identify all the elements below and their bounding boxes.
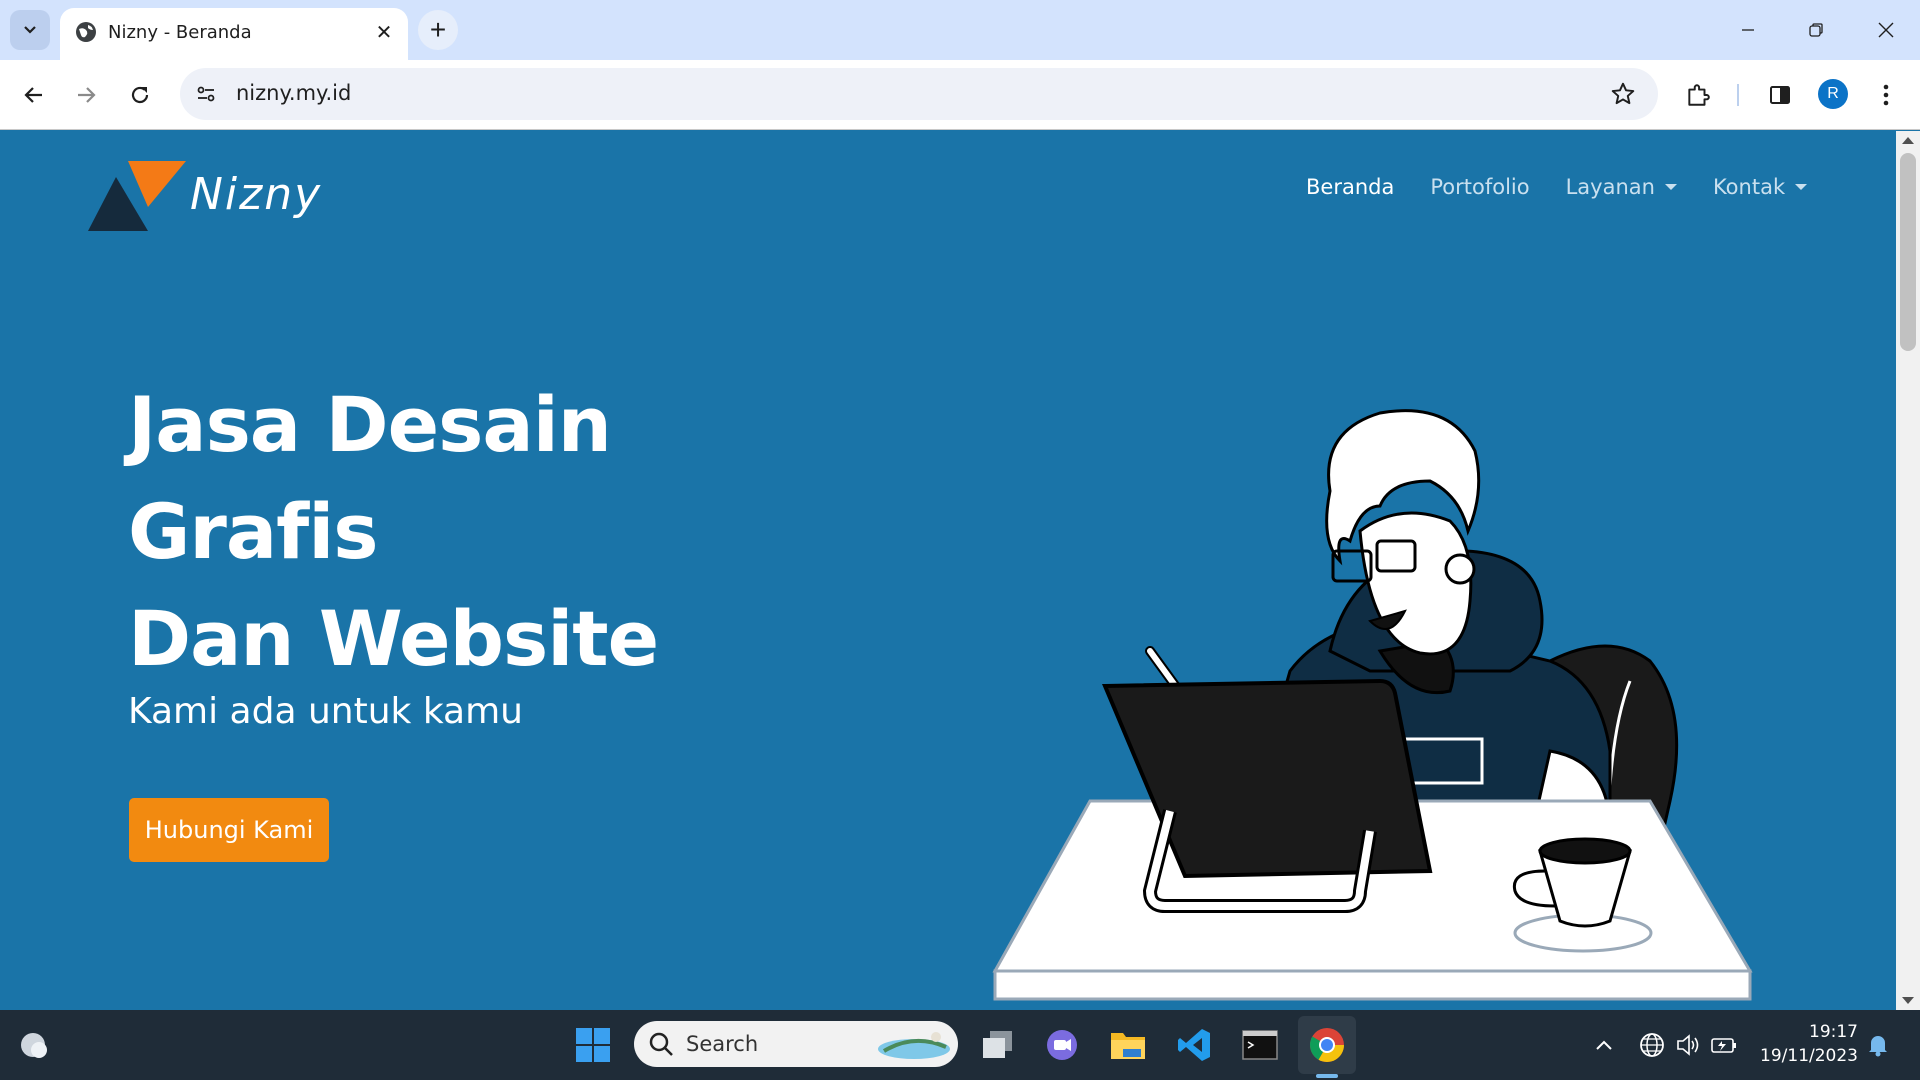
hero-title: Jasa Desain Grafis Dan Website bbox=[128, 371, 828, 692]
browser-tab-active[interactable]: Nizny - Beranda ✕ bbox=[60, 8, 408, 60]
notifications-button[interactable] bbox=[1854, 1021, 1902, 1069]
nav-label: Beranda bbox=[1306, 175, 1395, 199]
side-panel-icon bbox=[1770, 86, 1790, 104]
nav-label: Kontak bbox=[1712, 175, 1786, 199]
system-clock[interactable]: 19:17 19/11/2023 bbox=[1758, 1020, 1858, 1068]
search-placeholder: Search bbox=[686, 1032, 759, 1056]
profile-avatar[interactable]: R bbox=[1818, 79, 1848, 109]
weather-widget[interactable] bbox=[10, 1021, 58, 1069]
tab-title: Nizny - Beranda bbox=[108, 22, 252, 43]
bell-icon bbox=[1869, 1036, 1887, 1057]
chrome-icon bbox=[1310, 1028, 1344, 1062]
page-scrollbar[interactable] bbox=[1896, 131, 1920, 1010]
new-tab-button[interactable]: + bbox=[418, 10, 458, 50]
arrow-right-icon bbox=[78, 87, 96, 103]
chat-icon bbox=[1047, 1030, 1077, 1060]
puzzle-icon bbox=[1688, 84, 1710, 106]
chevron-down-icon bbox=[24, 26, 36, 34]
weather-cloud-icon bbox=[21, 1033, 47, 1058]
nav-label: Portofolio bbox=[1430, 175, 1530, 199]
scroll-up-arrow-icon[interactable] bbox=[1902, 137, 1914, 144]
search-highlight-art-icon bbox=[878, 1032, 950, 1059]
extensions-button[interactable] bbox=[1678, 75, 1718, 115]
browser-menu-button[interactable] bbox=[1866, 75, 1906, 115]
url-text[interactable]: nizny.my.id bbox=[236, 81, 351, 105]
windows-taskbar: Search 19:17 19/11/2023 bbox=[0, 1010, 1920, 1080]
dropdown-caret-icon bbox=[1664, 184, 1677, 190]
windows-logo-icon bbox=[576, 1028, 610, 1062]
ear bbox=[1444, 553, 1476, 585]
toolbar-divider bbox=[1737, 84, 1739, 106]
bookmark-star-icon[interactable] bbox=[1608, 79, 1638, 109]
site-info-icon[interactable] bbox=[192, 80, 220, 108]
hero-subtitle: Kami ada untuk kamu bbox=[128, 691, 523, 732]
nav-item-kontak[interactable]: Kontak bbox=[1712, 175, 1808, 199]
terminal-button[interactable] bbox=[1236, 1021, 1284, 1069]
teams-chat-button[interactable] bbox=[1038, 1021, 1086, 1069]
nav-item-beranda[interactable]: Beranda bbox=[1306, 175, 1394, 199]
battery-charging-icon bbox=[1711, 1038, 1736, 1053]
active-app-indicator bbox=[1316, 1074, 1338, 1078]
forward-button[interactable] bbox=[66, 75, 106, 115]
hero-title-line-1: Jasa Desain Grafis bbox=[128, 380, 612, 576]
reload-icon bbox=[131, 86, 149, 104]
globe-icon bbox=[76, 22, 96, 42]
nav-item-layanan[interactable]: Layanan bbox=[1566, 175, 1677, 199]
show-hidden-icons-button[interactable] bbox=[1580, 1021, 1628, 1069]
start-button[interactable] bbox=[569, 1021, 617, 1069]
browser-toolbar: nizny.my.id R bbox=[0, 60, 1920, 130]
address-bar[interactable]: nizny.my.id bbox=[180, 68, 1658, 120]
chrome-button[interactable] bbox=[1303, 1021, 1351, 1069]
tab-search-button[interactable] bbox=[10, 10, 50, 50]
taskbar-search[interactable]: Search bbox=[634, 1021, 958, 1067]
minimize-button[interactable] bbox=[1728, 10, 1768, 50]
back-button[interactable] bbox=[14, 75, 54, 115]
arrow-left-icon bbox=[24, 87, 42, 103]
minimize-icon bbox=[1742, 29, 1754, 31]
side-panel-button[interactable] bbox=[1760, 75, 1800, 115]
globe-network-icon bbox=[1640, 1033, 1664, 1057]
brand-name: Nizny bbox=[190, 169, 323, 220]
scrollbar-thumb[interactable] bbox=[1900, 153, 1916, 351]
close-icon bbox=[1878, 22, 1894, 38]
hero-title-line-2: Dan Website bbox=[128, 594, 659, 683]
search-icon bbox=[649, 1032, 673, 1056]
restore-button[interactable] bbox=[1796, 10, 1836, 50]
dropdown-caret-icon bbox=[1795, 184, 1808, 190]
clock-date: 19/11/2023 bbox=[1760, 1046, 1858, 1066]
designer-illustration bbox=[992, 409, 1753, 1001]
coffee bbox=[1538, 837, 1632, 865]
kebab-menu-icon bbox=[1883, 84, 1889, 106]
desk-edge bbox=[993, 969, 1752, 1001]
vscode-icon bbox=[1178, 1029, 1210, 1061]
task-view-icon bbox=[983, 1031, 1012, 1058]
logo-mark-icon bbox=[88, 161, 186, 231]
scroll-down-arrow-icon[interactable] bbox=[1902, 997, 1914, 1004]
tab-strip: Nizny - Beranda ✕ + bbox=[0, 0, 1920, 60]
close-window-button[interactable] bbox=[1866, 10, 1906, 50]
battery-status[interactable] bbox=[1700, 1021, 1748, 1069]
contact-us-button[interactable]: Hubungi Kami bbox=[129, 798, 329, 862]
nav-item-portofolio[interactable]: Portofolio bbox=[1430, 175, 1529, 199]
nav-label: Layanan bbox=[1565, 175, 1655, 199]
restore-icon bbox=[1809, 23, 1823, 37]
terminal-icon bbox=[1242, 1030, 1278, 1060]
main-nav: Beranda Portofolio Layanan Kontak bbox=[1306, 175, 1808, 199]
vscode-button[interactable] bbox=[1170, 1021, 1218, 1069]
file-explorer-button[interactable] bbox=[1104, 1021, 1152, 1069]
folder-icon bbox=[1111, 1033, 1145, 1059]
chevron-up-icon bbox=[1596, 1040, 1612, 1050]
close-tab-icon[interactable]: ✕ bbox=[372, 20, 396, 44]
speaker-icon bbox=[1677, 1034, 1699, 1056]
task-view-button[interactable] bbox=[974, 1021, 1022, 1069]
web-page: Nizny Beranda Portofolio Layanan Kontak … bbox=[0, 131, 1896, 1010]
clock-time: 19:17 bbox=[1809, 1022, 1858, 1042]
reload-button[interactable] bbox=[120, 75, 160, 115]
site-logo[interactable]: Nizny bbox=[88, 155, 328, 235]
